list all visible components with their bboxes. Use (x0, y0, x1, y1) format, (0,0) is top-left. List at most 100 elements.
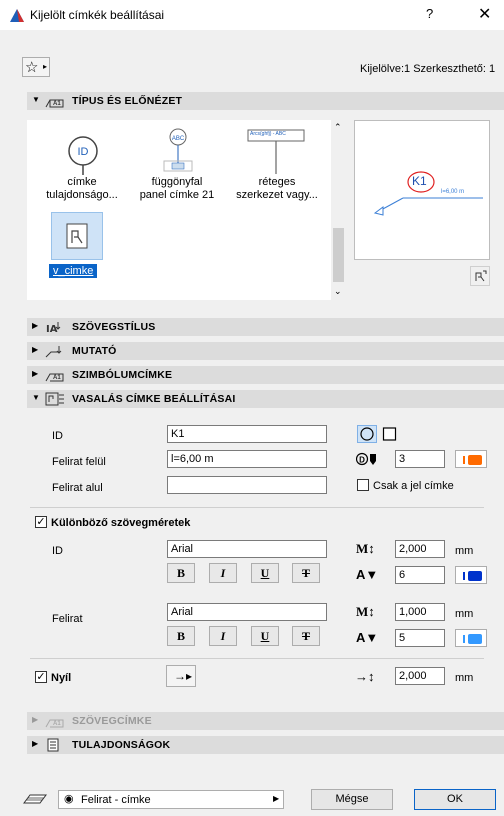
section-rebar-label[interactable]: ▼ VASALÁS CÍMKE BEÁLLÍTÁSAI (27, 390, 504, 408)
app-icon (10, 9, 24, 22)
different-sizes-checkbox[interactable]: ✓ (35, 516, 47, 528)
felirat-font-input[interactable]: Arial (167, 603, 327, 621)
svg-text:A1: A1 (53, 375, 61, 381)
expand-arrow-icon: ▶ (32, 321, 39, 330)
circle-shape-icon[interactable] (357, 425, 377, 443)
library-item-selected-icon[interactable] (51, 212, 103, 260)
section-label: VASALÁS CÍMKE BEÁLLÍTÁSAI (72, 393, 236, 405)
svg-text:D: D (359, 456, 365, 465)
text-style-icon: IA (46, 322, 61, 334)
library-item[interactable]: ID címke tulajdonságo... (37, 126, 127, 201)
layer-dropdown[interactable]: ◉ Felirat - címke ▶ (58, 790, 284, 809)
section-properties[interactable]: ▶ TULAJDONSÁGOK (27, 736, 504, 754)
id-pen-input[interactable]: 6 (395, 566, 445, 584)
felirat-pen-input[interactable]: 5 (395, 629, 445, 647)
scroll-thumb[interactable] (333, 228, 344, 282)
separator (30, 507, 484, 508)
selection-info: Kijelölve:1 Szerkeszthető: 1 (360, 63, 496, 75)
cancel-button[interactable]: Mégse (311, 789, 393, 810)
id-pen-color-button[interactable] (455, 566, 487, 584)
only-symbol-label: Csak a jel címke (373, 480, 454, 492)
preview-label-text: l=6,00 m (441, 189, 465, 195)
section-label: SZÖVEGSTÍLUS (72, 321, 156, 333)
symbol-label-icon: A1 (45, 373, 64, 382)
preview-panel: K1 l=6,00 m (354, 120, 490, 260)
separator (30, 658, 484, 659)
text-pen-color-button[interactable] (455, 450, 487, 468)
text-height-icon: M↕ (356, 541, 375, 556)
svg-text:ABC: ABC (172, 136, 185, 142)
section-label: SZÖVEGCÍMKE (72, 715, 152, 727)
id-bold-button[interactable]: B (167, 563, 195, 583)
id-italic-button[interactable]: I (209, 563, 237, 583)
felirat-strikethrough-button[interactable]: T (292, 626, 320, 646)
text-pen-input[interactable]: 3 (395, 450, 445, 468)
arrow-checkbox[interactable]: ✓ (35, 671, 47, 683)
section-type-preview[interactable]: ▼ A1 TÍPUS ÉS ELŐNÉZET (27, 92, 504, 110)
felirat-underline-button[interactable]: U (251, 626, 279, 646)
felirat-bold-button[interactable]: B (167, 626, 195, 646)
text-top-input[interactable]: l=6,00 m (167, 450, 327, 468)
felirat-pen-color-button[interactable] (455, 629, 487, 647)
only-symbol-checkbox[interactable] (357, 479, 369, 491)
section-symbol-label[interactable]: ▶ A1 SZIMBÓLUMCÍMKE (27, 366, 504, 384)
id-input[interactable]: K1 (167, 425, 327, 443)
id-height-unit: mm (455, 545, 474, 557)
text-bottom-input[interactable] (167, 476, 327, 494)
square-shape-icon[interactable] (382, 427, 398, 441)
pen-bar-icon (463, 572, 465, 580)
close-button[interactable]: ✕ (478, 4, 491, 24)
arrow-right-icon: →▸ (174, 669, 193, 683)
properties-icon (47, 738, 59, 752)
scroll-up-icon[interactable]: ⌃ (334, 122, 342, 133)
id-underline-button[interactable]: U (251, 563, 279, 583)
library-item[interactable]: ABC függönyfal panel címke 21 (132, 126, 222, 201)
library-item-selected-label[interactable]: v_cimke (49, 264, 98, 278)
felirat-italic-button[interactable]: I (209, 626, 237, 646)
text-pen-icon: A▼ (356, 630, 379, 645)
help-button[interactable]: ? (426, 6, 433, 21)
id-strikethrough-button[interactable]: T (292, 563, 320, 583)
text-top-label: Felirat felül (52, 456, 106, 468)
preview-drawing (373, 171, 483, 216)
rebar-settings-icon (45, 392, 64, 406)
felirat-height-unit: mm (455, 608, 474, 620)
section-text-style[interactable]: ▶ IA SZÖVEGSTÍLUS (27, 318, 504, 336)
item-line2: szerkezet vagy... (236, 189, 318, 201)
pen-bar-icon (463, 635, 465, 643)
ok-button[interactable]: OK (414, 789, 496, 810)
pen-swatch (468, 634, 482, 644)
text-pen-icon: A▼ (356, 567, 379, 582)
arrow-size-input[interactable]: 2,000 (395, 667, 445, 685)
chevron-right-icon: ▸ (43, 62, 48, 71)
svg-text:IA: IA (46, 324, 58, 334)
scroll-down-icon[interactable]: ⌄ (334, 286, 342, 297)
chevron-right-icon: ▶ (273, 794, 280, 803)
item-line1: függönyfal (151, 176, 203, 188)
arrow-size-icon: →↕ (355, 669, 375, 684)
id-height-input[interactable]: 2,000 (395, 540, 445, 558)
arrow-size-unit: mm (455, 672, 474, 684)
pointer-icon (45, 346, 62, 358)
svg-text:A1: A1 (53, 721, 61, 727)
library-list[interactable]: ID címke tulajdonságo... ABC függönyfal … (27, 120, 331, 300)
library-scrollbar[interactable]: ⌃ ⌄ (331, 120, 346, 300)
item-line1: címke (67, 176, 97, 188)
section-label: MUTATÓ (72, 345, 117, 357)
section-text-label: ▶ A1 SZÖVEGCÍMKE (27, 712, 504, 730)
expand-arrow-icon: ▶ (32, 715, 39, 724)
expand-arrow-icon: ▶ (32, 369, 39, 378)
arrow-type-button[interactable]: →▸ (166, 665, 196, 687)
section-pointer[interactable]: ▶ MUTATÓ (27, 342, 504, 360)
expand-arrow-icon: ▶ (32, 739, 39, 748)
pen-swatch (468, 571, 482, 581)
library-item[interactable]: Arcs(ghfj) - ABC réteges szerkezet vagy.… (232, 126, 322, 201)
pen-swatch (468, 455, 482, 465)
item-line1: réteges (258, 176, 296, 188)
id-font-input[interactable]: Arial (167, 540, 327, 558)
preview-view-button[interactable] (470, 266, 490, 286)
felirat-height-input[interactable]: 1,000 (395, 603, 445, 621)
text-height-icon: M↕ (356, 604, 375, 619)
favorites-button[interactable]: ☆ ▸ (22, 57, 50, 77)
section-label: TÍPUS ÉS ELŐNÉZET (72, 95, 183, 107)
